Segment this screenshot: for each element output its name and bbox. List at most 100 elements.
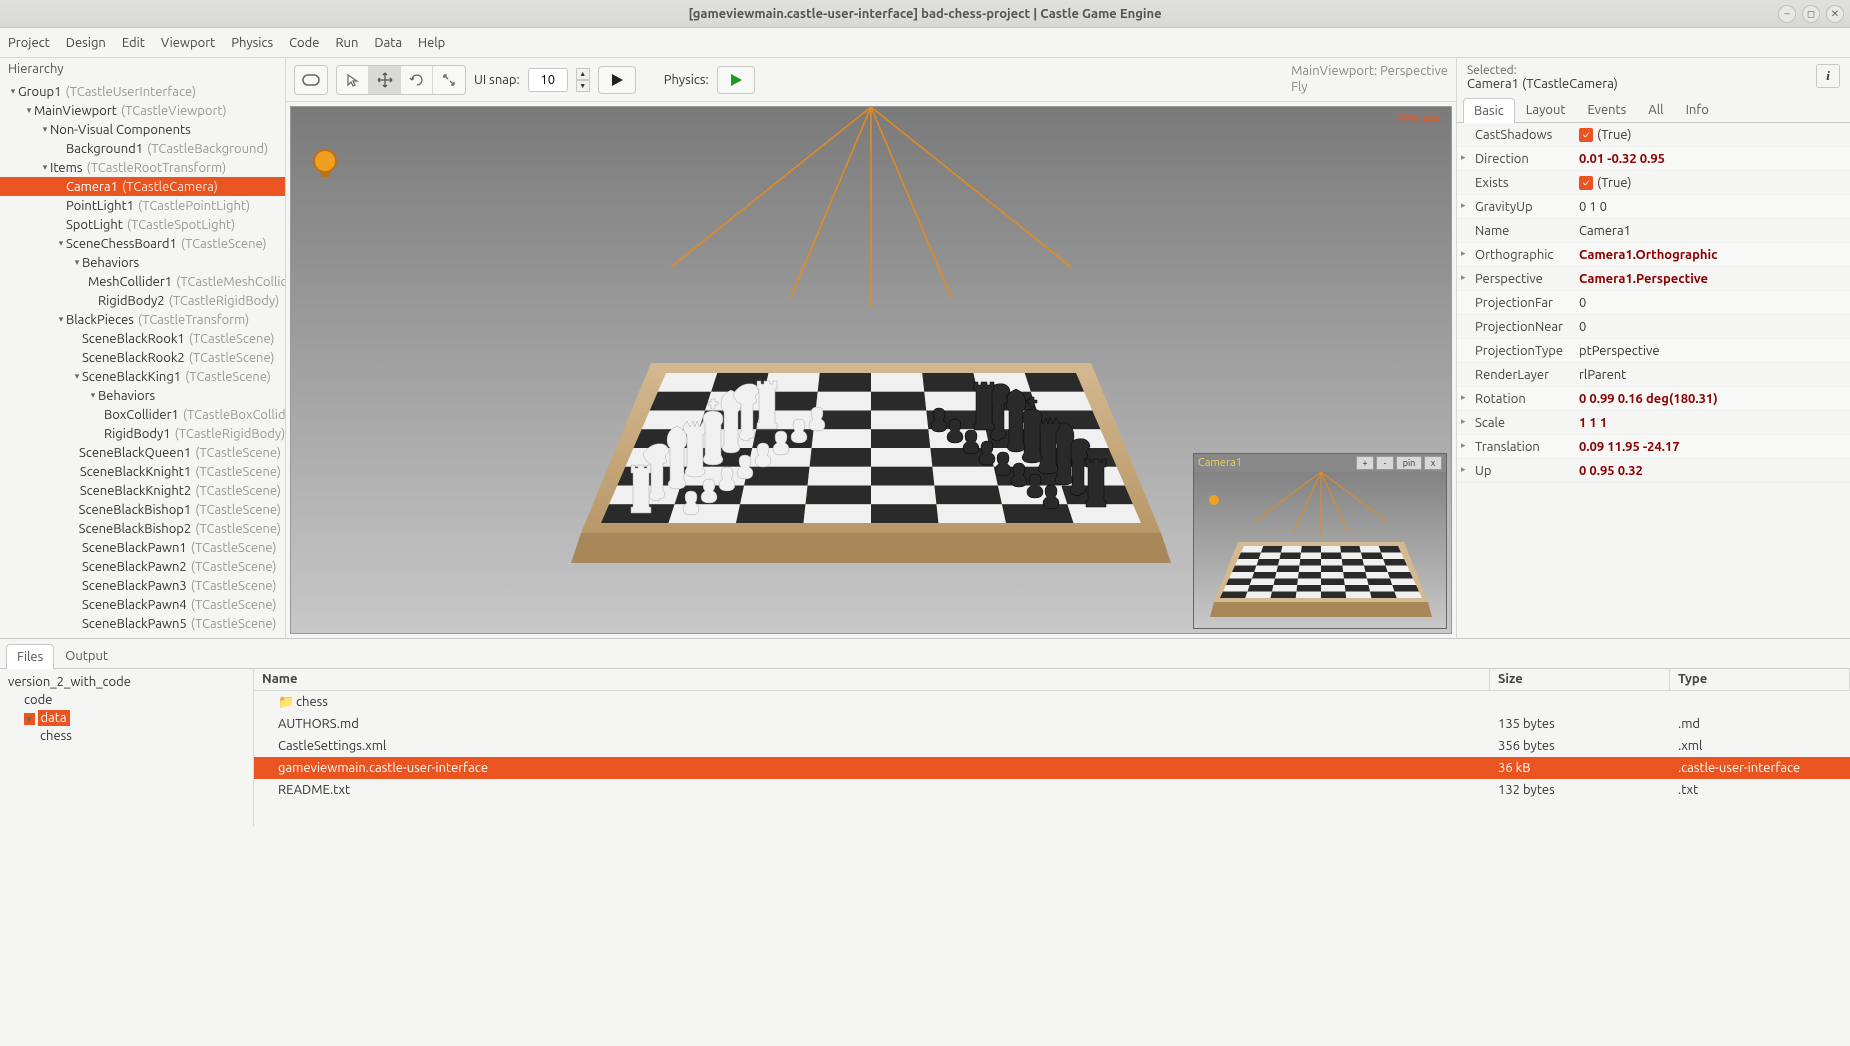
tree-row[interactable]: ▾SceneChessBoard1(TCastleScene) <box>0 234 285 253</box>
property-grid[interactable]: CastShadows✓ (True)▸Direction0.01 -0.32 … <box>1457 123 1850 638</box>
tree-row[interactable]: ▾Group1(TCastleUserInterface) <box>0 82 285 101</box>
tree-row[interactable]: Background1(TCastleBackground) <box>0 139 285 158</box>
tree-row[interactable]: SceneBlackKnight1(TCastleScene) <box>0 462 285 481</box>
folder-row[interactable]: chess <box>4 727 249 745</box>
file-rows[interactable]: 📁chessAUTHORS.md135 bytes.mdCastleSettin… <box>254 691 1850 801</box>
window-title: [gameviewmain.castle-user-interface] bad… <box>688 7 1161 21</box>
tree-row[interactable]: SceneBlackPawn2(TCastleScene) <box>0 557 285 576</box>
tree-row[interactable]: PointLight1(TCastlePointLight) <box>0 196 285 215</box>
file-row[interactable]: gameviewmain.castle-user-interface36 kB.… <box>254 757 1850 779</box>
tree-row[interactable]: ▾Behaviors <box>0 386 285 405</box>
property-row[interactable]: ProjectionNear0 <box>1457 315 1850 339</box>
chessboard-scene <box>531 253 1211 613</box>
tree-row[interactable]: RigidBody2(TCastleRigidBody) <box>0 291 285 310</box>
property-row[interactable]: ▸OrthographicCamera1.Orthographic <box>1457 243 1850 267</box>
tree-row[interactable]: ▾Non-Visual Components <box>0 120 285 139</box>
folder-row[interactable]: ▾ data <box>4 709 249 727</box>
col-name[interactable]: Name <box>254 669 1490 690</box>
folder-row[interactable]: version_2_with_code <box>4 673 249 691</box>
lightbulb-icon <box>311 147 339 183</box>
menu-run[interactable]: Run <box>335 36 358 50</box>
close-button[interactable]: ✕ <box>1826 5 1844 23</box>
tab-basic[interactable]: Basic <box>1463 98 1515 123</box>
preview-close[interactable]: x <box>1424 456 1442 470</box>
property-row[interactable]: ProjectionTypeptPerspective <box>1457 339 1850 363</box>
tab-events[interactable]: Events <box>1576 97 1637 122</box>
menu-edit[interactable]: Edit <box>122 36 145 50</box>
view-2d-button[interactable] <box>295 66 327 94</box>
rotate-tool[interactable] <box>401 66 433 94</box>
property-row[interactable]: RenderLayerrlParent <box>1457 363 1850 387</box>
file-row[interactable]: 📁chess <box>254 691 1850 713</box>
tab-info[interactable]: Info <box>1675 97 1720 122</box>
property-row[interactable]: ProjectionFar0 <box>1457 291 1850 315</box>
file-list-header: Name Size Type <box>254 669 1850 691</box>
physics-play-button[interactable] <box>717 66 755 94</box>
play-button[interactable] <box>598 66 636 94</box>
preview-zoom-out[interactable]: - <box>1376 456 1394 470</box>
tree-row[interactable]: ▾MainViewport(TCastleViewport) <box>0 101 285 120</box>
property-row[interactable]: ▸Translation0.09 11.95 -24.17 <box>1457 435 1850 459</box>
hierarchy-tree[interactable]: ▾Group1(TCastleUserInterface)▾MainViewpo… <box>0 80 285 638</box>
property-row[interactable]: ▸PerspectiveCamera1.Perspective <box>1457 267 1850 291</box>
col-size[interactable]: Size <box>1490 669 1670 690</box>
menu-physics[interactable]: Physics <box>231 36 273 50</box>
tree-row[interactable]: SceneBlackBishop2(TCastleScene) <box>0 519 285 538</box>
tree-row[interactable]: SceneBlackPawn5(TCastleScene) <box>0 614 285 633</box>
tree-row[interactable]: ▾BlackPieces(TCastleTransform) <box>0 310 285 329</box>
scale-tool[interactable] <box>433 66 465 94</box>
property-row[interactable]: ▸Rotation0 0.99 0.16 deg(180.31) <box>1457 387 1850 411</box>
bottom-tab-files[interactable]: Files <box>6 644 54 669</box>
tree-row[interactable]: BoxCollider1(TCastleBoxCollider) <box>0 405 285 424</box>
tree-row[interactable]: SceneBlackBishop1(TCastleScene) <box>0 500 285 519</box>
menu-design[interactable]: Design <box>66 36 106 50</box>
tree-row[interactable]: RigidBody1(TCastleRigidBody) <box>0 424 285 443</box>
property-row[interactable]: ▸Scale1 1 1 <box>1457 411 1850 435</box>
menu-project[interactable]: Project <box>8 36 50 50</box>
file-row[interactable]: AUTHORS.md135 bytes.md <box>254 713 1850 735</box>
move-tool[interactable] <box>369 66 401 94</box>
property-row[interactable]: CastShadows✓ (True) <box>1457 123 1850 147</box>
file-row[interactable]: README.txt132 bytes.txt <box>254 779 1850 801</box>
bottom-tab-output[interactable]: Output <box>54 643 119 668</box>
info-button[interactable]: i <box>1816 64 1840 88</box>
menu-code[interactable]: Code <box>289 36 319 50</box>
property-row[interactable]: ▸GravityUp0 1 0 <box>1457 195 1850 219</box>
tree-row[interactable]: Camera1(TCastleCamera) <box>0 177 285 196</box>
select-tool[interactable] <box>337 66 369 94</box>
snap-input[interactable] <box>528 68 568 92</box>
menu-help[interactable]: Help <box>418 36 445 50</box>
tab-all[interactable]: All <box>1637 97 1674 122</box>
viewport-3d[interactable]: FPS: xxx Camera1 + <box>290 106 1452 634</box>
window-controls: – ◻ ✕ <box>1778 5 1844 23</box>
folder-row[interactable]: code <box>4 691 249 709</box>
minimize-button[interactable]: – <box>1778 5 1796 23</box>
tree-row[interactable]: SceneBlackQueen1(TCastleScene) <box>0 443 285 462</box>
preview-pin[interactable]: pin <box>1396 456 1422 470</box>
tree-row[interactable]: SceneBlackPawn3(TCastleScene) <box>0 576 285 595</box>
maximize-button[interactable]: ◻ <box>1802 5 1820 23</box>
tab-layout[interactable]: Layout <box>1515 97 1577 122</box>
tree-row[interactable]: ▾Behaviors <box>0 253 285 272</box>
selected-name: Camera1 (TCastleCamera) <box>1467 77 1816 91</box>
property-row[interactable]: Exists✓ (True) <box>1457 171 1850 195</box>
tree-row[interactable]: ▾SceneBlackKing1(TCastleScene) <box>0 367 285 386</box>
tree-row[interactable]: ▾Items(TCastleRootTransform) <box>0 158 285 177</box>
preview-zoom-in[interactable]: + <box>1356 456 1374 470</box>
tree-row[interactable]: SpotLight(TCastleSpotLight) <box>0 215 285 234</box>
file-row[interactable]: CastleSettings.xml356 bytes.xml <box>254 735 1850 757</box>
menu-data[interactable]: Data <box>374 36 402 50</box>
property-row[interactable]: NameCamera1 <box>1457 219 1850 243</box>
tree-row[interactable]: SceneBlackPawn1(TCastleScene) <box>0 538 285 557</box>
property-row[interactable]: ▸Direction0.01 -0.32 0.95 <box>1457 147 1850 171</box>
tree-row[interactable]: SceneBlackRook1(TCastleScene) <box>0 329 285 348</box>
tree-row[interactable]: SceneBlackPawn4(TCastleScene) <box>0 595 285 614</box>
property-row[interactable]: ▸Up0 0.95 0.32 <box>1457 459 1850 483</box>
tree-row[interactable]: MeshCollider1(TCastleMeshCollider) <box>0 272 285 291</box>
menu-viewport[interactable]: Viewport <box>161 36 215 50</box>
tree-row[interactable]: SceneBlackRook2(TCastleScene) <box>0 348 285 367</box>
tree-row[interactable]: SceneBlackKnight2(TCastleScene) <box>0 481 285 500</box>
snap-stepper[interactable]: ▲▼ <box>576 68 590 92</box>
folder-tree[interactable]: version_2_with_codecode▾ datachess <box>0 669 254 826</box>
col-type[interactable]: Type <box>1670 669 1850 690</box>
